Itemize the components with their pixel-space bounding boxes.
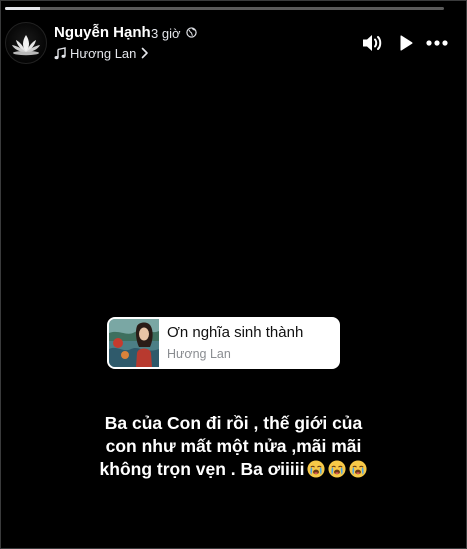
caption-line-1: Ba của Con đi rồi , thế giới của — [104, 413, 363, 433]
chevron-right-icon — [142, 47, 149, 59]
album-art — [109, 319, 159, 367]
song-artist: Hương Lan — [167, 347, 231, 361]
avatar[interactable] — [5, 22, 47, 64]
play-icon — [400, 35, 413, 51]
lotus-avatar-image — [12, 35, 40, 56]
caption-line-3: không trọn vẹn . Ba ơiiiii — [99, 459, 305, 479]
story-progress-bar — [5, 7, 444, 10]
more-options-button[interactable] — [425, 31, 449, 55]
volume-button[interactable] — [361, 31, 385, 55]
caption-line-3-row: không trọn vẹn . Ba ơiiiii — [40, 458, 427, 481]
frame-border-left — [0, 0, 1, 549]
story-author-name[interactable]: Nguyễn Hạnh — [54, 24, 151, 41]
caption-line-2: con như mất một nửa ,mãi mãi — [105, 436, 362, 456]
music-sticker[interactable]: Ơn nghĩa sinh thành Hương Lan — [107, 317, 340, 369]
volume-icon — [363, 35, 382, 51]
crying-face-emoji — [307, 460, 326, 478]
crying-face-emoji — [328, 460, 347, 478]
music-note-icon — [54, 46, 66, 59]
story-caption: Ba của Con đi rồi , thế giới của con như… — [40, 412, 427, 481]
play-button[interactable] — [396, 31, 416, 55]
frame-border-top — [0, 0, 467, 1]
song-title: Ơn nghĩa sinh thành — [167, 324, 304, 341]
post-time: 3 giờ — [151, 26, 181, 41]
album-art-image — [109, 319, 159, 367]
emoji-group — [304, 459, 368, 479]
music-artist-label: Hương Lan — [70, 45, 137, 61]
more-icon — [426, 40, 448, 46]
crying-face-emoji — [349, 460, 368, 478]
globe-icon — [186, 27, 197, 38]
story-progress-fill — [5, 7, 41, 10]
music-attribution-link[interactable]: Hương Lan — [54, 45, 149, 61]
